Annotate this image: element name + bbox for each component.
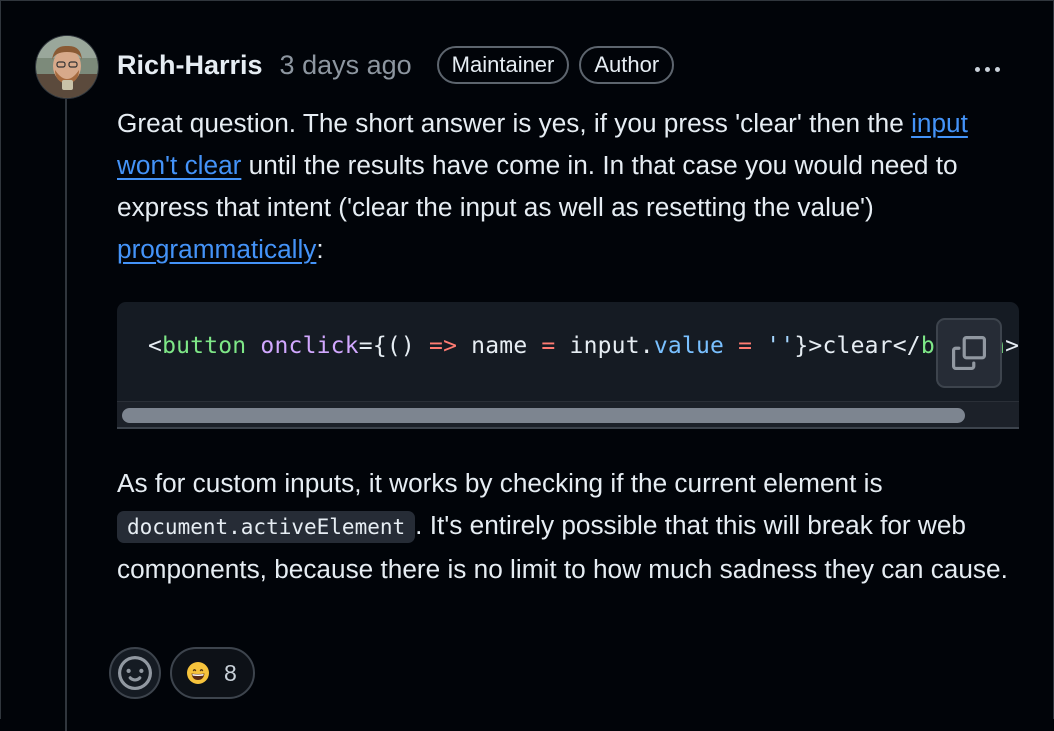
paragraph-text: Great question. The short answer is yes,… xyxy=(117,108,912,138)
author-name[interactable]: Rich-Harris xyxy=(117,50,263,81)
comment-timestamp[interactable]: 3 days ago xyxy=(280,50,412,81)
copy-icon xyxy=(952,336,986,370)
code-line: <button onclick={() => name = input.valu… xyxy=(148,333,1019,359)
code-token: value xyxy=(653,333,725,359)
code-block: <button onclick={() => name = input.valu… xyxy=(117,302,1019,429)
horizontal-scrollbar[interactable] xyxy=(117,401,1019,429)
comment-paragraph: As for custom inputs, it works by checki… xyxy=(117,462,1027,590)
code-token: = xyxy=(738,333,753,359)
code-token: ={() xyxy=(358,333,430,359)
paragraph-text: : xyxy=(316,234,324,264)
comment-header: Rich-Harris 3 days ago Maintainer Author xyxy=(117,43,675,87)
copy-button[interactable] xyxy=(936,318,1002,388)
paragraph-text: As for custom inputs, it works by checki… xyxy=(117,468,883,498)
code-token: '' xyxy=(766,333,795,359)
scrollbar-thumb[interactable] xyxy=(122,408,965,423)
code-token: < xyxy=(148,333,163,359)
discussion-comment: Rich-Harris 3 days ago Maintainer Author… xyxy=(0,0,1054,731)
comment-paragraph: Great question. The short answer is yes,… xyxy=(117,102,1027,270)
avatar[interactable] xyxy=(36,36,98,98)
programmatically-link[interactable]: programmatically xyxy=(117,234,316,264)
code-token: > xyxy=(1005,333,1019,359)
code-token: = xyxy=(541,333,556,359)
smiley-icon xyxy=(118,656,152,690)
add-reaction-button[interactable] xyxy=(109,647,161,699)
code-token: => xyxy=(429,333,458,359)
author-badge: Author xyxy=(579,46,675,84)
code-token: onclick xyxy=(260,333,359,359)
inline-code: document.activeElement xyxy=(117,511,416,543)
paragraph-text: until the results have come in. In that … xyxy=(117,150,958,222)
code-token: name xyxy=(457,333,542,359)
reaction-grinning[interactable]: 8 xyxy=(170,647,255,699)
grinning-face-icon xyxy=(187,662,209,684)
code-token: button xyxy=(162,333,247,359)
kebab-horizontal-icon[interactable] xyxy=(967,56,1007,82)
code-token: input. xyxy=(555,333,654,359)
timeline-thread-line xyxy=(65,91,67,731)
maintainer-badge: Maintainer xyxy=(436,46,570,84)
reaction-count: 8 xyxy=(224,659,237,686)
reactions-bar: 8 xyxy=(109,647,255,699)
code-token: }>clear</ xyxy=(794,333,921,359)
